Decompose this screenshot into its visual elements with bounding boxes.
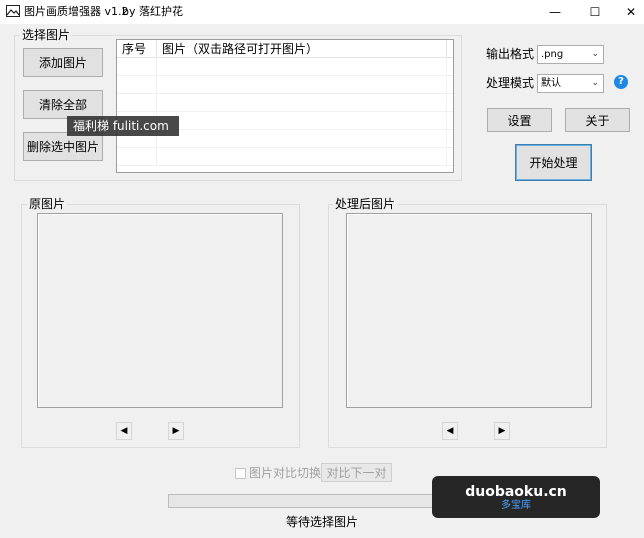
watermark-fuliti: 福利梯 fuliti.com — [67, 116, 179, 136]
window-author: by 落红护花 — [122, 5, 183, 18]
table-row[interactable] — [117, 95, 453, 112]
select-images-group-title: 选择图片 — [20, 28, 73, 42]
maximize-button[interactable]: ☐ — [576, 0, 614, 24]
maximize-icon: ☐ — [589, 5, 601, 19]
compare-toggle-label: 图片对比切换 — [249, 466, 322, 480]
add-images-button[interactable]: 添加图片 — [23, 48, 103, 77]
close-icon: ✕ — [625, 5, 637, 19]
file-list[interactable]: 序号 图片（双击路径可打开图片） — [116, 39, 454, 173]
arrow-right-icon: ▶ — [172, 426, 180, 436]
processed-prev-button[interactable]: ◀ — [442, 422, 458, 440]
processed-next-button[interactable]: ▶ — [494, 422, 510, 440]
column-image-path[interactable]: 图片（双击路径可打开图片） — [157, 40, 447, 58]
delete-selected-button[interactable]: 删除选中图片 — [23, 132, 103, 161]
window-title: 图片画质增强器 v1.2 — [24, 5, 129, 18]
table-row[interactable] — [117, 59, 453, 76]
output-format-select[interactable]: .png ⌄ — [537, 45, 604, 64]
table-row[interactable] — [117, 149, 453, 166]
progress-bar — [168, 494, 434, 508]
settings-button[interactable]: 设置 — [487, 108, 552, 132]
process-mode-label: 处理模式 — [486, 76, 535, 90]
watermark-duobaoku-domain: duobaoku.cn — [465, 484, 567, 500]
arrow-right-icon: ▶ — [498, 426, 506, 436]
watermark-duobaoku-name: 多宝库 — [501, 500, 531, 511]
processed-image-pane — [346, 213, 592, 408]
column-index[interactable]: 序号 — [117, 40, 157, 58]
clear-all-button[interactable]: 清除全部 — [23, 90, 103, 119]
minimize-icon: — — [549, 5, 561, 19]
table-row[interactable] — [117, 77, 453, 94]
original-next-button[interactable]: ▶ — [168, 422, 184, 440]
title-bar: 图片画质增强器 v1.2 by 落红护花 — ☐ ✕ — [0, 0, 644, 24]
status-text: 等待选择图片 — [285, 515, 358, 529]
process-mode-select[interactable]: 默认 ⌄ — [537, 74, 604, 93]
original-image-pane — [37, 213, 283, 408]
about-button[interactable]: 关于 — [565, 108, 630, 132]
process-mode-value: 默认 — [541, 78, 561, 89]
original-prev-button[interactable]: ◀ — [116, 422, 132, 440]
chevron-down-icon: ⌄ — [591, 49, 599, 59]
help-icon[interactable]: ? — [614, 75, 628, 89]
minimize-button[interactable]: — — [536, 0, 574, 24]
arrow-left-icon: ◀ — [446, 426, 454, 436]
compare-toggle-checkbox[interactable] — [235, 468, 246, 479]
arrow-left-icon: ◀ — [120, 426, 128, 436]
close-button[interactable]: ✕ — [612, 0, 644, 24]
start-processing-button[interactable]: 开始处理 — [515, 144, 592, 181]
file-list-header: 序号 图片（双击路径可打开图片） — [117, 40, 453, 58]
processed-image-title: 处理后图片 — [333, 197, 398, 211]
app-icon — [6, 5, 20, 17]
chevron-down-icon: ⌄ — [591, 78, 599, 88]
compare-next-pair-button[interactable]: 对比下一对 — [321, 463, 392, 482]
watermark-duobaoku: duobaoku.cn 多宝库 — [432, 476, 600, 518]
output-format-label: 输出格式 — [486, 47, 535, 61]
output-format-value: .png — [541, 49, 564, 60]
original-image-title: 原图片 — [27, 197, 68, 211]
